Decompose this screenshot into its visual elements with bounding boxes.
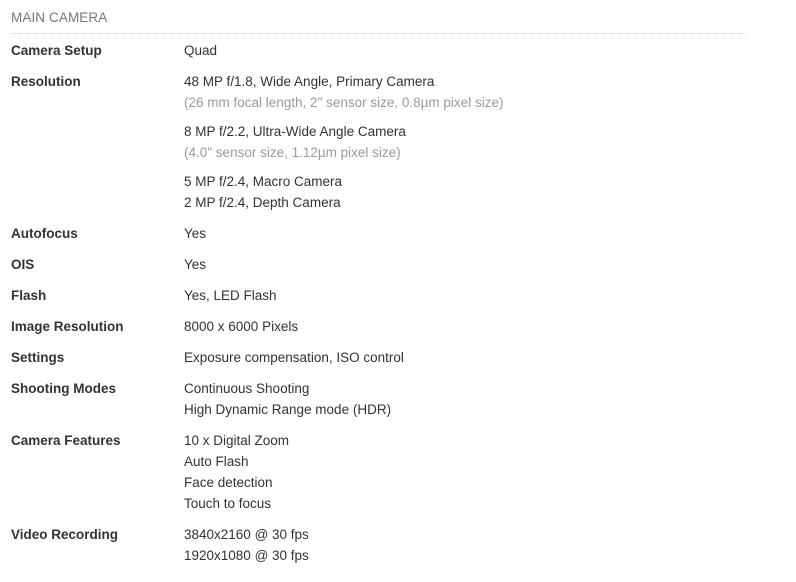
section-title: MAIN CAMERA bbox=[11, 10, 108, 25]
spec-value-line: 10 x Digital Zoom bbox=[184, 433, 290, 448]
spec-value-block: 8000 x 6000 Pixels bbox=[184, 316, 744, 337]
spec-value: Continuous Shooting High Dynamic Range mo… bbox=[184, 378, 744, 420]
spec-label: Autofocus bbox=[11, 226, 78, 241]
spec-label: Settings bbox=[11, 350, 65, 365]
spec-value-block: 3840x2160 @ 30 fps 1920x1080 @ 30 fps bbox=[184, 524, 744, 566]
spec-value-line: 48 MP f/1.8, Wide Angle, Primary Camera bbox=[184, 74, 435, 89]
spec-value-block: Continuous Shooting High Dynamic Range mo… bbox=[184, 378, 744, 420]
spec-value-block: 8 MP f/2.2, Ultra-Wide Angle Camera (4.0"… bbox=[184, 121, 744, 163]
spec-value: Quad bbox=[184, 40, 744, 61]
spec-value-line: Auto Flash bbox=[184, 454, 249, 469]
spec-value-line: 1920x1080 @ 30 fps bbox=[184, 548, 309, 563]
spec-value-line: Yes, LED Flash bbox=[184, 288, 277, 303]
spec-value-block: 48 MP f/1.8, Wide Angle, Primary Camera (… bbox=[184, 71, 744, 113]
spec-value-line: 3840x2160 @ 30 fps bbox=[184, 527, 309, 542]
spec-value: 48 MP f/1.8, Wide Angle, Primary Camera (… bbox=[184, 71, 744, 213]
spec-value-block: 10 x Digital Zoom Auto Flash Face detectio… bbox=[184, 430, 744, 514]
spec-value: Yes bbox=[184, 254, 744, 275]
spec-value: 10 x Digital Zoom Auto Flash Face detectio… bbox=[184, 430, 744, 514]
spec-value-line: 8 MP f/2.2, Ultra-Wide Angle Camera bbox=[184, 124, 406, 139]
spec-value-block: Quad bbox=[184, 40, 744, 61]
spec-value: Exposure compensation, ISO control bbox=[184, 347, 744, 368]
spec-value-line: Yes bbox=[184, 257, 207, 272]
spec-value: Yes bbox=[184, 223, 744, 244]
spec-value-block: Exposure compensation, ISO control bbox=[184, 347, 744, 368]
spec-label: Shooting Modes bbox=[11, 381, 116, 396]
spec-value-line: 8000 x 6000 Pixels bbox=[184, 319, 299, 334]
spec-value-block: Yes bbox=[184, 254, 744, 275]
spec-value-note: (4.0" sensor size, 1.12µm pixel size) bbox=[184, 145, 401, 160]
spec-value-line: 5 MP f/2.4, Macro Camera bbox=[184, 174, 343, 189]
spec-value-line: High Dynamic Range mode (HDR) bbox=[184, 402, 392, 417]
spec-value: 3840x2160 @ 30 fps 1920x1080 @ 30 fps bbox=[184, 524, 744, 566]
spec-label: Camera Setup bbox=[11, 43, 102, 58]
spec-value-block: Yes, LED Flash bbox=[184, 285, 744, 306]
spec-value-line: 2 MP f/2.4, Depth Camera bbox=[184, 195, 341, 210]
spec-value: 8000 x 6000 Pixels bbox=[184, 316, 744, 337]
spec-value-line: Exposure compensation, ISO control bbox=[184, 350, 404, 365]
spec-value: Yes, LED Flash bbox=[184, 285, 744, 306]
spec-value-block: 5 MP f/2.4, Macro Camera 2 MP f/2.4, Dept… bbox=[184, 171, 744, 213]
spec-value-line: Yes bbox=[184, 226, 207, 241]
spec-label: Resolution bbox=[11, 74, 81, 89]
section-divider bbox=[11, 33, 746, 34]
spec-label: Flash bbox=[11, 288, 47, 303]
spec-value-note: (26 mm focal length, 2" sensor size, 0.8… bbox=[184, 95, 504, 110]
spec-label: OIS bbox=[11, 257, 35, 272]
spec-label: Image Resolution bbox=[11, 319, 124, 334]
spec-value-block: Yes bbox=[184, 223, 744, 244]
spec-label: Camera Features bbox=[11, 433, 121, 448]
spec-value-line: Face detection bbox=[184, 475, 273, 490]
spec-value-line: Continuous Shooting bbox=[184, 381, 310, 396]
spec-value-line: Touch to focus bbox=[184, 496, 272, 511]
spec-value-line: Quad bbox=[184, 43, 218, 58]
spec-label: Video Recording bbox=[11, 527, 119, 542]
